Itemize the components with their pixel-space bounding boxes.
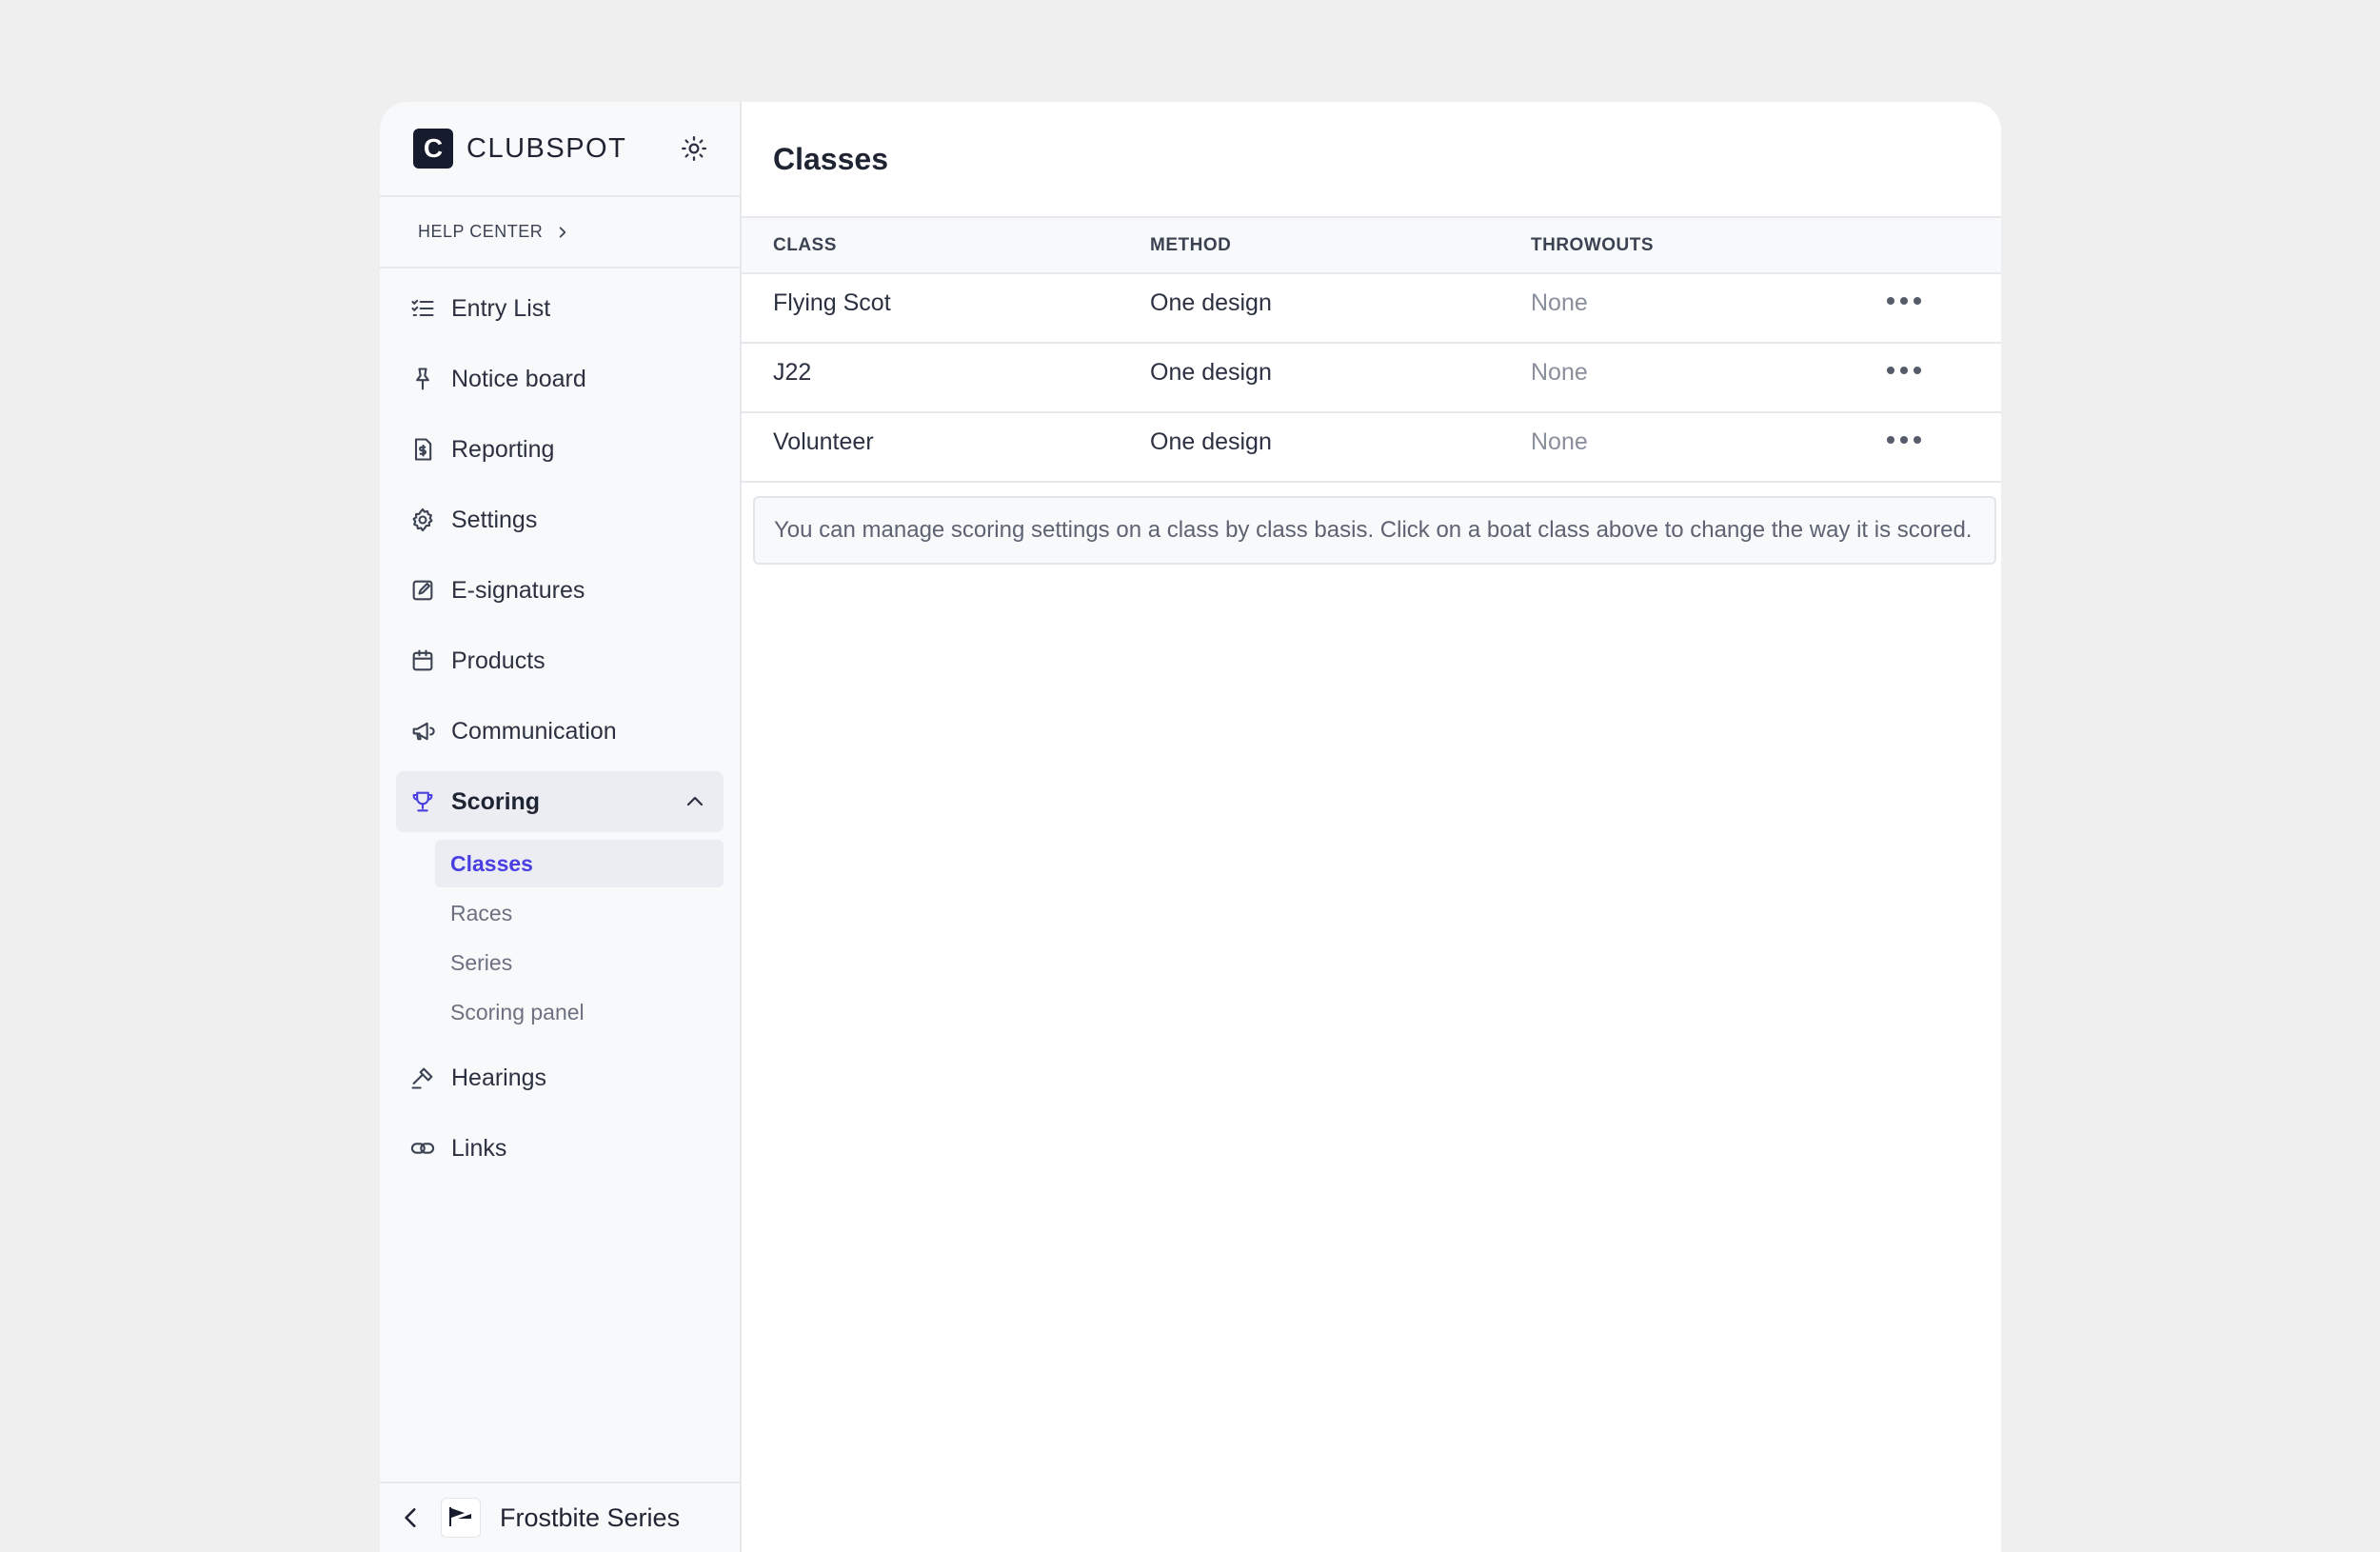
sidebar-item-communication[interactable]: Communication: [396, 701, 724, 762]
chevron-up-icon[interactable]: [684, 790, 706, 813]
class-cell: Volunteer: [742, 412, 1119, 483]
invoice-icon: [414, 438, 432, 461]
flag-icon: [449, 1507, 471, 1526]
column-header-class: CLASS: [742, 218, 1119, 274]
sidebar-item-reporting[interactable]: Reporting: [396, 419, 724, 480]
sidebar-item-label: Notice board: [451, 365, 586, 392]
chevron-right-icon: [559, 226, 566, 238]
calendar-icon: [412, 649, 433, 671]
method-cell: One design: [1119, 412, 1499, 483]
sidebar-item-notice-board[interactable]: Notice board: [396, 348, 724, 409]
method-cell: One design: [1119, 273, 1499, 344]
column-header-method: METHOD: [1119, 218, 1499, 274]
method-cell: One design: [1119, 343, 1499, 413]
table-header-row: CLASS METHOD THROWOUTS: [742, 218, 2001, 274]
sidebar-item-label: Entry List: [451, 294, 551, 322]
page-title: Classes: [742, 102, 2001, 218]
sidebar-item-label: Hearings: [451, 1064, 547, 1091]
column-header-throwouts: THROWOUTS: [1499, 218, 1887, 274]
sidebar-nav: Entry List Notice board Reporting Settin…: [380, 269, 740, 1179]
column-header-actions: [1887, 218, 2001, 274]
scoring-submenu: Classes Races Series Scoring panel: [396, 840, 724, 1036]
more-options-icon[interactable]: [1887, 436, 2001, 444]
table-row[interactable]: J22 One design None: [742, 343, 2001, 413]
app-window: C CLUBSPOT HELP CENTER Entry List Notice…: [380, 102, 2001, 1552]
sidebar-subitem-races[interactable]: Races: [435, 889, 724, 937]
row-actions: [1887, 412, 2001, 483]
throwouts-cell: None: [1499, 343, 1887, 413]
gear-icon: [412, 507, 433, 532]
row-actions: [1887, 273, 2001, 344]
help-center-link[interactable]: HELP CENTER: [380, 197, 740, 269]
classes-table: CLASS METHOD THROWOUTS Flying Scot One d…: [742, 218, 2001, 483]
sidebar-item-links[interactable]: Links: [396, 1118, 724, 1179]
info-note: You can manage scoring settings on a cla…: [753, 496, 1996, 565]
sidebar-item-entry-list[interactable]: Entry List: [396, 278, 724, 339]
chevron-left-icon[interactable]: [399, 1505, 424, 1530]
pin-icon: [416, 368, 429, 390]
clubspot-logo[interactable]: C: [413, 129, 453, 169]
megaphone-icon: [412, 722, 435, 741]
sidebar-subitem-classes[interactable]: Classes: [435, 840, 724, 887]
event-logo: [441, 1498, 481, 1538]
signature-icon: [412, 580, 433, 601]
sidebar-item-label: E-signatures: [451, 576, 585, 604]
brand-name: CLUBSPOT: [466, 132, 627, 164]
class-cell: J22: [742, 343, 1119, 413]
sidebar-item-label: Links: [451, 1134, 507, 1162]
sidebar-subitem-series[interactable]: Series: [435, 939, 724, 986]
table-row[interactable]: Flying Scot One design None: [742, 273, 2001, 344]
sidebar-subitem-scoring-panel[interactable]: Scoring panel: [435, 988, 724, 1036]
more-options-icon[interactable]: [1887, 367, 2001, 374]
checklist-icon: [411, 299, 434, 317]
sidebar-item-label: Reporting: [451, 435, 555, 463]
table-row[interactable]: Volunteer One design None: [742, 412, 2001, 483]
sidebar-item-label: Communication: [451, 717, 617, 745]
event-switcher[interactable]: Frostbite Series: [380, 1482, 740, 1552]
throwouts-cell: None: [1499, 273, 1887, 344]
sidebar-item-scoring[interactable]: Scoring: [396, 771, 724, 832]
brand-header: C CLUBSPOT: [380, 102, 740, 197]
row-actions: [1887, 343, 2001, 413]
main-content: Classes CLASS METHOD THROWOUTS Flying Sc…: [742, 102, 2001, 1552]
sidebar-item-label: Settings: [451, 506, 538, 533]
sidebar-item-products[interactable]: Products: [396, 630, 724, 691]
sidebar-item-settings[interactable]: Settings: [396, 489, 724, 550]
sidebar-item-e-signatures[interactable]: E-signatures: [396, 560, 724, 621]
sidebar-item-label: Products: [451, 647, 545, 674]
link-icon: [410, 1143, 435, 1154]
throwouts-cell: None: [1499, 412, 1887, 483]
sidebar-item-hearings[interactable]: Hearings: [396, 1047, 724, 1108]
sidebar-item-label: Scoring: [451, 787, 541, 815]
trophy-icon: [412, 791, 433, 812]
class-cell: Flying Scot: [742, 273, 1119, 344]
sidebar: C CLUBSPOT HELP CENTER Entry List Notice…: [380, 102, 742, 1552]
gavel-icon: [411, 1067, 433, 1089]
event-name: Frostbite Series: [500, 1502, 681, 1532]
more-options-icon[interactable]: [1887, 297, 2001, 305]
help-center-label: HELP CENTER: [418, 222, 544, 241]
sun-icon[interactable]: [680, 134, 708, 163]
